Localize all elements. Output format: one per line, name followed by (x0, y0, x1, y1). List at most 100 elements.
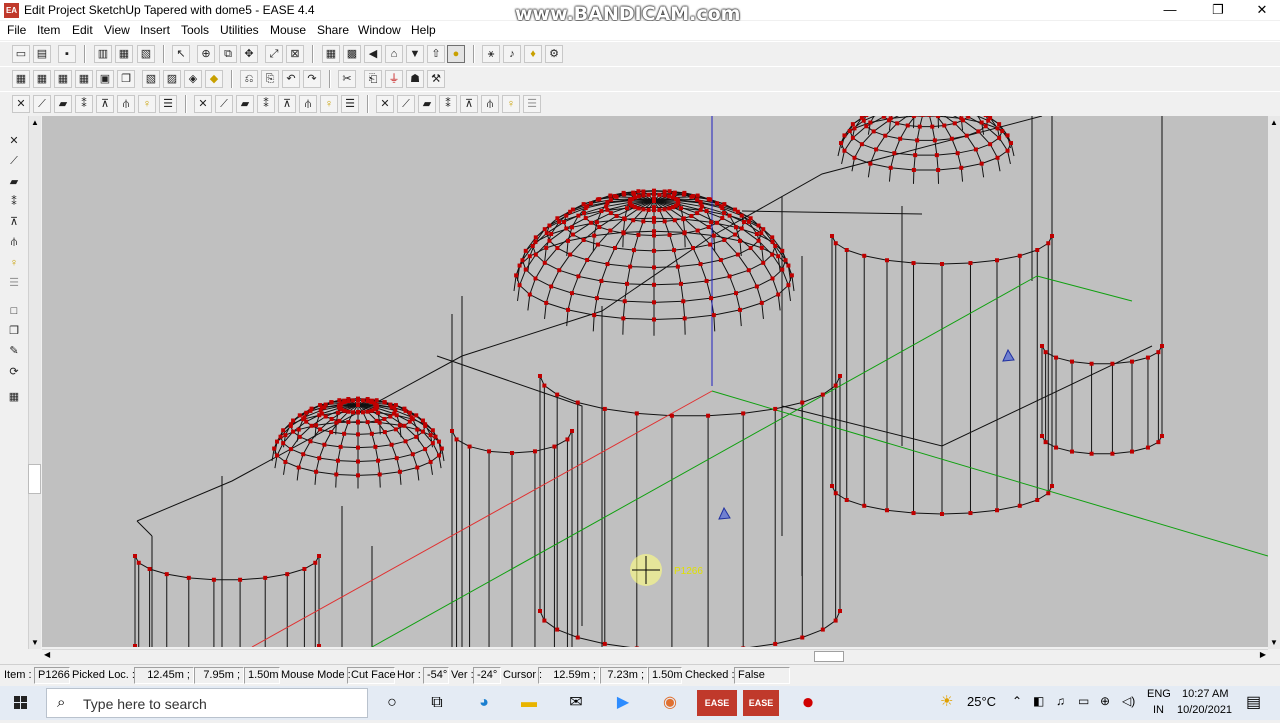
model-viewport[interactable]: P1266 (42, 116, 1268, 647)
ease-app-icon[interactable]: EA (4, 3, 19, 18)
face-fill-icon[interactable]: ▰ (236, 95, 254, 113)
zoom-window-icon[interactable]: ⊠ (286, 45, 304, 63)
tools-icon[interactable]: ⚒ (427, 70, 445, 88)
open-icon[interactable]: ▭ (12, 45, 30, 63)
view-grid-icon[interactable]: ▦ (75, 70, 93, 88)
menu-utilities[interactable]: Utilities (220, 23, 259, 37)
edit-tool-icon[interactable]: ✎ (5, 342, 23, 360)
firefox-icon[interactable]: ◉ (655, 690, 685, 716)
menu-edit[interactable]: Edit (72, 23, 93, 37)
language-top[interactable]: ENG (1147, 688, 1171, 700)
sliders-icon[interactable]: ☰ (159, 95, 177, 113)
column-tool-icon[interactable]: ⫛ (5, 233, 23, 251)
grid-alt-icon[interactable]: ▩ (343, 45, 361, 63)
left-scrollbar[interactable]: ▲ ▼ (28, 116, 41, 649)
close-button[interactable]: ✕ (1240, 0, 1280, 20)
view-layers-icon[interactable]: ❐ (117, 70, 135, 88)
cube-tool-icon[interactable]: ❐ (5, 322, 23, 340)
bandicam-record-icon[interactable]: ⏺ (793, 690, 823, 716)
paste-icon[interactable]: ↷ (303, 70, 321, 88)
show-hidden-icons-icon[interactable]: ⌃ (1012, 694, 1022, 708)
render-icon[interactable]: ⚹ (482, 45, 500, 63)
weather-icon[interactable]: ☀ (940, 692, 953, 710)
scroll-down-icon[interactable]: ▼ (1270, 638, 1278, 647)
file-explorer-icon[interactable]: ▬ (514, 690, 544, 716)
sliders-2-icon[interactable]: ☰ (341, 95, 359, 113)
bulb-2-icon[interactable]: ♀ (320, 95, 338, 113)
pin-2-icon[interactable]: ⫛ (299, 95, 317, 113)
split-2-icon[interactable]: ⁑ (257, 95, 275, 113)
line-icon[interactable]: ⟋ (215, 95, 233, 113)
zoom-icon[interactable]: ▶ (608, 690, 638, 716)
fill-icon[interactable]: ✂ (338, 70, 356, 88)
microphone-icon[interactable]: ♫ (1056, 694, 1065, 708)
arrow-left-icon[interactable]: ◀ (364, 45, 382, 63)
close-icon[interactable]: ✕ (12, 95, 30, 113)
camera-icon[interactable]: ◧ (1033, 694, 1044, 708)
light-tool-icon[interactable]: ♀ (5, 254, 23, 272)
print-icon[interactable]: ▥ (94, 45, 112, 63)
view-box-icon[interactable]: ▣ (96, 70, 114, 88)
plug-icon[interactable]: ⏚ (385, 70, 403, 88)
cross-2-icon[interactable]: ✕ (376, 95, 394, 113)
left-scroll-thumb[interactable] (28, 464, 41, 494)
edit-vertex-icon[interactable]: ⟋ (5, 152, 23, 170)
rotate-tool-icon[interactable]: ⟳ (5, 363, 23, 381)
view-persp-icon[interactable]: ◈ (184, 70, 202, 88)
redo-icon[interactable]: ⎘ (261, 70, 279, 88)
task-view-icon[interactable]: ⧉ (422, 690, 452, 716)
scroll-down-icon[interactable]: ▼ (31, 638, 39, 647)
move-icon[interactable]: ✥ (240, 45, 258, 63)
split-icon[interactable]: ⁑ (75, 95, 93, 113)
cross-icon[interactable]: ✕ (194, 95, 212, 113)
refresh-icon[interactable]: ◆ (205, 70, 223, 88)
box-tool-icon[interactable]: □ (5, 302, 23, 320)
scroll-up-icon[interactable]: ▲ (1270, 118, 1278, 127)
horizontal-scroll-thumb[interactable] (814, 651, 844, 662)
view-top-icon[interactable]: ▦ (12, 70, 30, 88)
plane-icon[interactable]: ⊼ (278, 95, 296, 113)
copy-view-icon[interactable]: ⧉ (219, 45, 237, 63)
mail-icon[interactable]: ✉ (561, 690, 591, 716)
menu-view[interactable]: View (104, 23, 130, 37)
filter-tool-icon[interactable]: ☰ (5, 274, 23, 292)
sun-icon[interactable]: ● (447, 45, 465, 63)
volume-icon[interactable]: ◁) (1122, 694, 1135, 708)
weather-temp[interactable]: 25°C (967, 694, 996, 709)
network-icon[interactable]: ⊕ (1100, 694, 1110, 708)
undo-icon[interactable]: ⎌ (240, 70, 258, 88)
menu-mouse[interactable]: Mouse (270, 23, 306, 37)
minimize-button[interactable]: — (1148, 0, 1192, 20)
zoom-extents-icon[interactable]: ⤢ (265, 45, 283, 63)
line-2-icon[interactable]: ⟋ (397, 95, 415, 113)
battery-icon[interactable]: ▭ (1078, 694, 1089, 708)
view-side-icon[interactable]: ▦ (54, 70, 72, 88)
users-icon[interactable]: ☗ (406, 70, 424, 88)
arrow-down-icon[interactable]: ▼ (406, 45, 424, 63)
view-3d-icon[interactable]: ▧ (142, 70, 160, 88)
wall-icon[interactable]: ⊼ (96, 95, 114, 113)
speaker-icon[interactable]: ♪ (503, 45, 521, 63)
cortana-icon[interactable]: ○ (377, 690, 407, 716)
grid-tool-icon[interactable]: ▦ (5, 388, 23, 406)
menu-window[interactable]: Window (358, 23, 401, 37)
print-setup-icon[interactable]: ▦ (115, 45, 133, 63)
taskbar-search-box[interactable]: ⌕ Type here to search (46, 688, 368, 718)
split-tool-icon[interactable]: ⁑ (5, 193, 23, 211)
windows-start-icon[interactable] (0, 686, 40, 720)
bulb-3-icon[interactable]: ♀ (502, 95, 520, 113)
menu-tools[interactable]: Tools (181, 23, 209, 37)
pin-icon[interactable]: ⫛ (117, 95, 135, 113)
horizontal-scrollbar[interactable]: ◀ ▶ (42, 649, 1268, 663)
notifications-icon[interactable]: ▤ (1246, 692, 1261, 712)
sliders-3-icon[interactable]: ☰ (523, 95, 541, 113)
ease-taskbar-icon[interactable]: EASE (697, 690, 737, 716)
settings-icon[interactable]: ⚙ (545, 45, 563, 63)
target-icon[interactable]: ⊕ (197, 45, 215, 63)
export-icon[interactable]: ▧ (137, 45, 155, 63)
view-iso-icon[interactable]: ▨ (163, 70, 181, 88)
home-icon[interactable]: ⌂ (385, 45, 403, 63)
plane-2-icon[interactable]: ⊼ (460, 95, 478, 113)
grid-icon[interactable]: ▦ (322, 45, 340, 63)
face-tool-icon[interactable]: ▰ (5, 173, 23, 191)
